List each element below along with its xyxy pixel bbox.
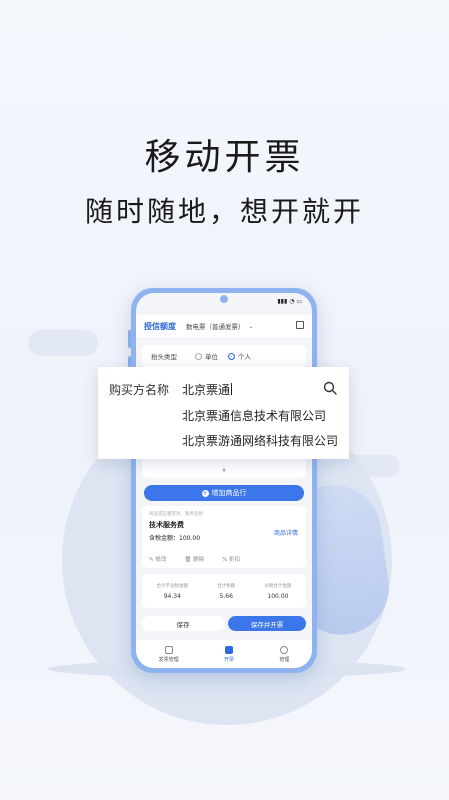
plus-icon: +	[201, 489, 209, 497]
total-incl-tax: 价税合计金额 100.00	[264, 583, 291, 600]
radio-individual[interactable]: 个人	[228, 351, 251, 361]
item-card: 商品或应税劳务、服务名称 技术服务费 含税金额：100.00 商品详情 ✎ 修改…	[142, 506, 306, 568]
save-button[interactable]: 保存	[142, 616, 224, 631]
app-header: 授信额度 数电票（普通发票） ⌄	[136, 315, 312, 337]
total-incl-tax-label: 价税合计金额	[264, 583, 292, 589]
cloud-decoration	[28, 330, 98, 356]
tab-issue-label: 开票	[223, 656, 234, 663]
hero-title: 移动开票	[144, 137, 305, 178]
credit-limit-title[interactable]: 授信额度	[144, 321, 176, 332]
settings-icon	[280, 645, 289, 654]
item-hint: 商品或应税劳务、服务名称	[149, 512, 203, 517]
tab-manage-label: 管理	[279, 656, 290, 663]
invoice-type-select[interactable]: 数电票（普通发票）	[186, 321, 245, 331]
total-excl-tax-value: 94.34	[163, 592, 181, 600]
search-icon[interactable]	[323, 381, 337, 395]
edit-action[interactable]: ✎ 修改	[149, 555, 175, 563]
item-actions: ✎ 修改 🗑 删除 % 折扣	[149, 555, 258, 563]
total-incl-tax-value: 100.00	[267, 592, 289, 600]
add-item-label: 增加商品行	[211, 489, 247, 497]
item-amount-value: 100.00	[179, 535, 201, 542]
status-bar: ▮▮▮ ◔ ▭	[277, 298, 302, 305]
edit-icon	[224, 645, 233, 654]
delete-action-label: 删除	[193, 557, 205, 563]
save-and-issue-button[interactable]: 保存并开票	[228, 616, 306, 631]
edit-action-label: 修改	[155, 557, 167, 563]
chevron-down-icon[interactable]: ⌄	[249, 323, 254, 330]
tab-manage[interactable]: 管理	[279, 645, 290, 663]
suggestion-item[interactable]: 北京票通信息技术有限公司	[182, 407, 326, 424]
discount-action[interactable]: % 折扣	[222, 555, 249, 563]
item-amount-label: 含税金额：	[149, 535, 180, 542]
title-type-row: 抬头类型 单位 个人	[142, 345, 306, 367]
scan-icon[interactable]	[296, 321, 304, 329]
phone-mockup: ▮▮▮ ◔ ▭ 授信额度 数电票（普通发票） ⌄ 抬头类型 单位 个人 » + …	[131, 288, 317, 673]
tab-invoice-management-label: 发票管理	[158, 656, 179, 663]
radio-individual-label: 个人	[238, 353, 251, 361]
title-type-label: 抬头类型	[151, 353, 177, 361]
total-excl-tax: 合计不含税金额 94.34	[157, 583, 189, 600]
total-tax-value: 5.66	[219, 592, 233, 600]
tab-invoice-management[interactable]: 发票管理	[158, 645, 179, 663]
tab-bar: 发票管理 开票 管理	[136, 640, 312, 668]
buyer-name-label: 购买方名称	[109, 383, 170, 397]
hero-subtitle: 随时随地，想开就开	[84, 195, 364, 228]
document-icon	[164, 645, 173, 654]
radio-unit[interactable]: 单位	[195, 351, 218, 361]
total-tax: 合计税额 5.66	[217, 583, 235, 600]
tab-issue[interactable]: 开票	[223, 645, 234, 663]
suggestion-item[interactable]: 北京票游通网络科技有限公司	[182, 432, 338, 449]
buyer-name-popup: 购买方名称 北京票通 北京票通信息技术有限公司 北京票游通网络科技有限公司	[98, 367, 349, 459]
radio-unit-label: 单位	[205, 353, 218, 361]
total-excl-tax-label: 合计不含税金额	[156, 583, 189, 589]
item-detail-link[interactable]: 商品详情	[274, 528, 298, 537]
radio-on-icon	[228, 352, 235, 360]
totals-card: 合计不含税金额 94.34 合计税额 5.66 价税合计金额 100.00	[142, 574, 306, 608]
add-item-button[interactable]: + 增加商品行	[144, 485, 304, 501]
buyer-name-input[interactable]: 北京票通	[182, 381, 232, 398]
delete-action[interactable]: 🗑 删除	[184, 555, 213, 563]
camera-notch	[220, 295, 228, 303]
discount-action-label: 折扣	[229, 557, 241, 563]
phone-screen: ▮▮▮ ◔ ▭ 授信额度 数电票（普通发票） ⌄ 抬头类型 单位 个人 » + …	[136, 293, 312, 668]
total-tax-label: 合计税额	[217, 583, 236, 589]
radio-off-icon	[195, 352, 202, 360]
